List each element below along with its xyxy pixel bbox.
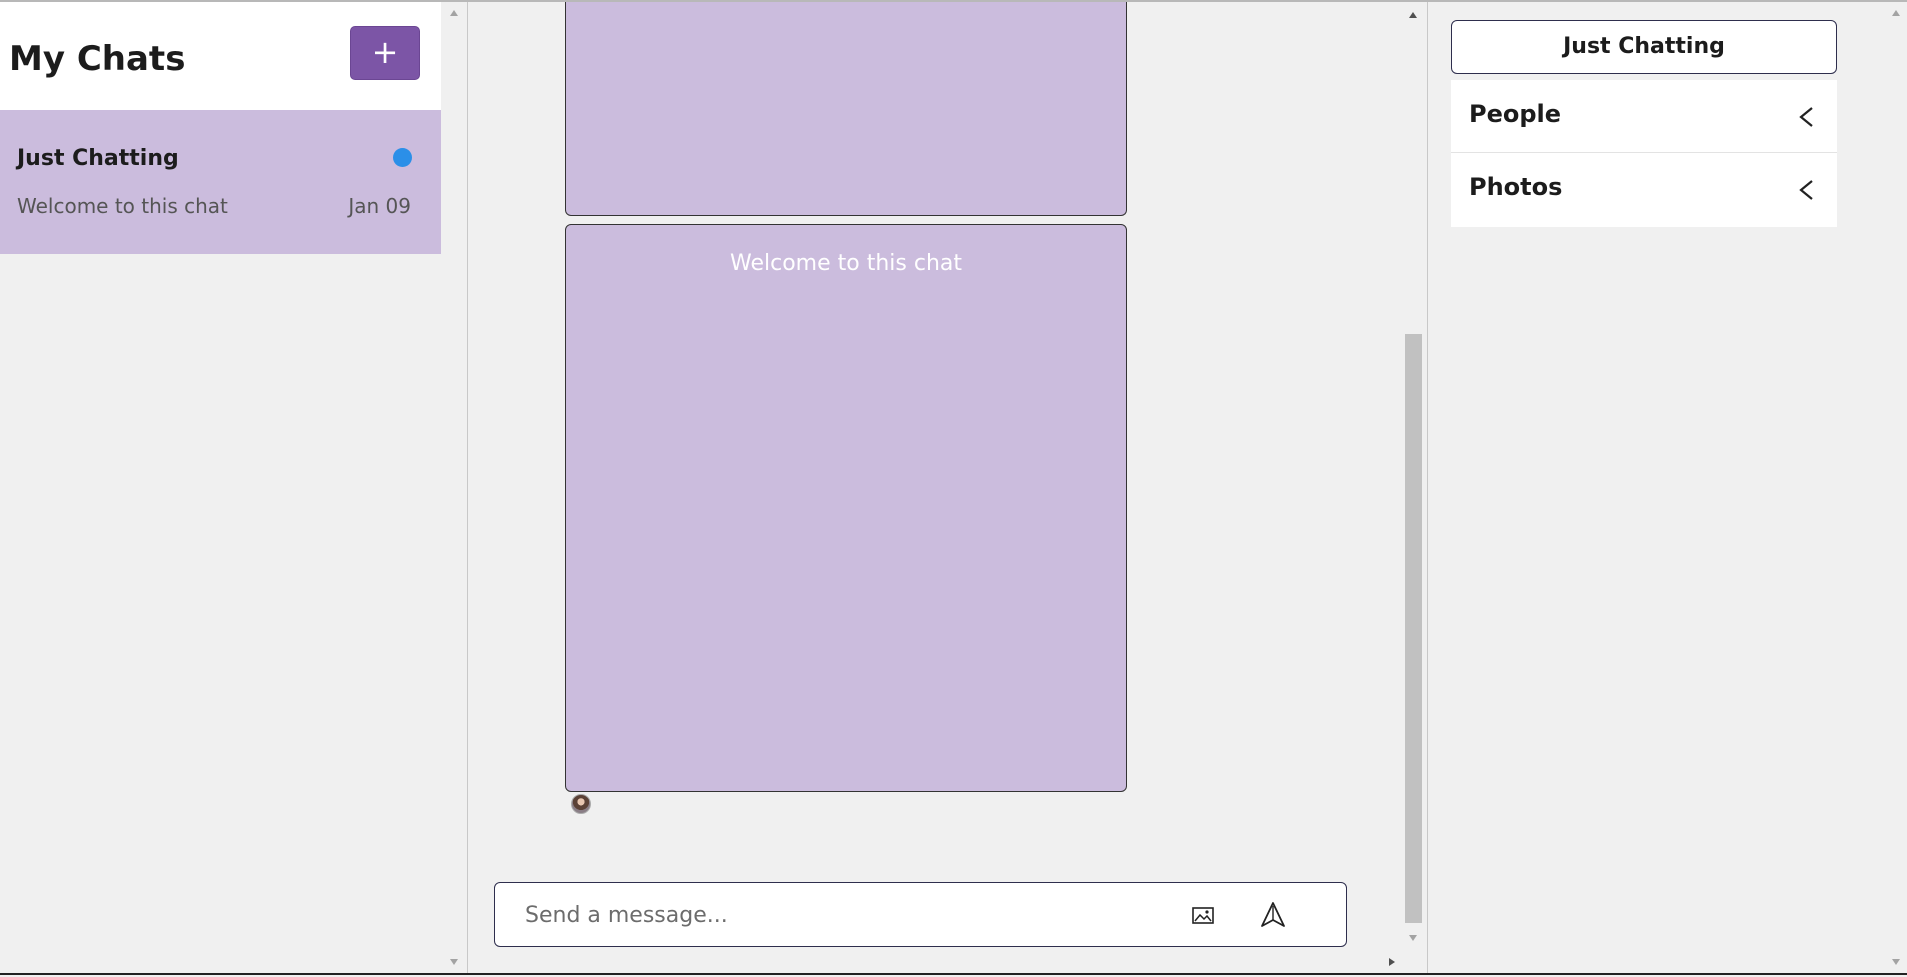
scrollbar-arrows — [1892, 10, 1900, 965]
conversation-panel: Welcome to this chat — [468, 2, 1428, 973]
chat-last-message: Welcome to this chat — [17, 194, 228, 218]
chevron-left-icon — [1793, 176, 1819, 204]
scroll-down-arrow-icon — [450, 959, 458, 965]
scrollbar-arrows — [450, 10, 458, 965]
photos-section[interactable]: Photos — [1451, 153, 1837, 227]
chat-name: Just Chatting — [17, 146, 179, 171]
chevron-left-icon — [1793, 103, 1819, 131]
conversation-horizontal-scrollbar[interactable] — [468, 952, 1403, 972]
chat-list-scrollbar[interactable] — [444, 2, 464, 973]
message-bubble: Welcome to this chat — [565, 224, 1127, 792]
scroll-up-arrow-icon — [450, 10, 458, 16]
message-composer — [494, 882, 1347, 948]
chat-list-panel: My Chats + Just Chatting Welcome to this… — [0, 2, 468, 973]
scroll-up-arrow-icon — [1409, 12, 1417, 18]
section-label: People — [1469, 100, 1562, 128]
message-text: Welcome to this chat — [730, 251, 962, 276]
message-input[interactable] — [523, 883, 1147, 948]
unread-indicator — [393, 148, 412, 167]
chat-date: Jan 09 — [348, 194, 411, 218]
scroll-up-arrow-icon — [1892, 10, 1900, 16]
details-scrollbar[interactable] — [1886, 2, 1906, 973]
message-bubble — [565, 2, 1127, 216]
conversation-scrollbar[interactable] — [1403, 2, 1423, 952]
room-title[interactable]: Just Chatting — [1451, 20, 1837, 74]
scrollbar-thumb[interactable] — [1405, 334, 1422, 923]
section-label: Photos — [1469, 173, 1563, 201]
chat-list-item[interactable]: Just Chatting Welcome to this chat Jan 0… — [0, 110, 441, 254]
sender-avatar — [571, 794, 591, 814]
image-icon[interactable] — [1189, 901, 1217, 929]
scroll-right-arrow-icon — [1389, 958, 1395, 966]
people-section[interactable]: People — [1451, 80, 1837, 154]
scroll-down-arrow-icon — [1892, 959, 1900, 965]
scroll-down-arrow-icon — [1409, 935, 1417, 941]
send-icon[interactable] — [1258, 899, 1288, 929]
scrollbar-arrows — [1389, 958, 1395, 966]
chat-details-panel: Just Chatting People Photos — [1428, 2, 1907, 973]
new-chat-button[interactable]: + — [350, 26, 420, 80]
page-title: My Chats — [9, 39, 186, 79]
chat-list-header: My Chats + — [0, 2, 441, 110]
